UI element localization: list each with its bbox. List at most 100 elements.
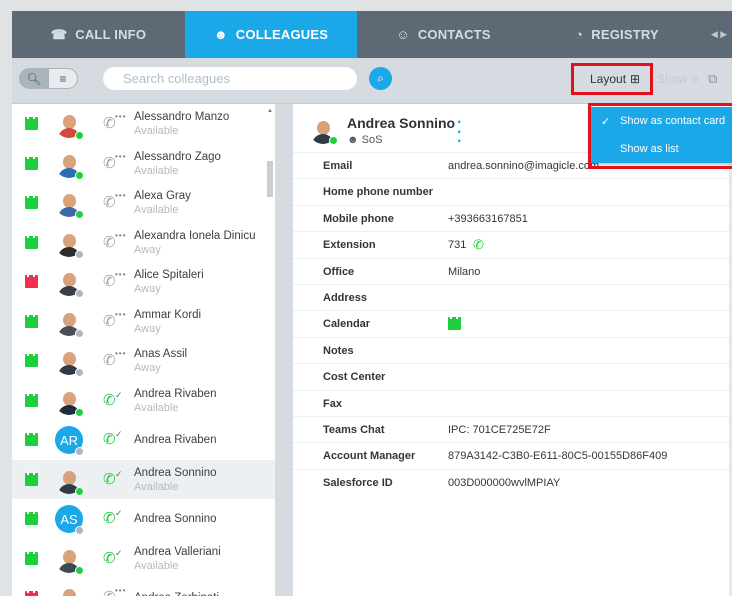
avatar	[55, 584, 83, 596]
tab-scroll-arrows[interactable]: ◀ ▶	[706, 11, 732, 58]
colleague-name: Alexa Gray	[134, 190, 191, 202]
presence-status: Available	[134, 164, 179, 177]
call-icon[interactable]: ✆	[103, 193, 116, 211]
tab-bar: ☎ CALL INFO ☻ COLLEAGUES ☺ CONTACTS ◔ RE…	[12, 11, 732, 58]
field-value[interactable]: Milano	[448, 266, 480, 278]
calendar-icon[interactable]	[25, 391, 38, 407]
field-label: Email	[323, 160, 353, 172]
field-label: Office	[323, 265, 355, 278]
calendar-icon[interactable]	[25, 589, 38, 596]
call-icon[interactable]: ✆	[103, 154, 116, 172]
presence-dot	[75, 170, 84, 180]
detail-field: Teams Chat IPC: 701CE725E72F	[293, 416, 729, 442]
calendar-icon[interactable]	[25, 115, 38, 130]
calendar-icon[interactable]	[25, 312, 38, 328]
call-icon[interactable]: ✆	[103, 233, 116, 251]
calendar-icon[interactable]	[25, 549, 38, 565]
contact-name: Andrea Sonnino	[347, 115, 456, 131]
call-extension-icon[interactable]: ✆	[473, 237, 484, 253]
call-icon[interactable]: ✆	[103, 509, 116, 527]
search-input[interactable]	[103, 67, 357, 90]
presence-dot	[75, 131, 84, 140]
list-item[interactable]: ✆ ✓ Andrea Sonnino Available	[12, 459, 275, 499]
call-icon[interactable]: ✆	[103, 351, 116, 369]
call-icon[interactable]: ✆	[103, 114, 116, 132]
busy-dots-icon: •••	[115, 270, 127, 279]
list-item[interactable]: ✆ ••• Ammar Kordi Away	[12, 302, 275, 342]
call-icon[interactable]: ✆	[103, 588, 116, 596]
calendar-icon[interactable]	[25, 470, 38, 486]
call-icon[interactable]: ✆	[103, 312, 116, 330]
calendar-icon[interactable]	[25, 431, 38, 446]
busy-dots-icon: •••	[115, 230, 127, 240]
colleagues-icon: ☻	[213, 27, 228, 42]
list-item[interactable]: ✆ ••• Anas Assil Away	[12, 341, 275, 381]
presence-dot	[75, 328, 84, 338]
list-item[interactable]: ✆ ••• Alexandra Ionela Dinicu Away	[12, 223, 275, 263]
list-item[interactable]: ✆ ✓ Andrea Valleriani Available	[12, 539, 275, 579]
detail-field: Home phone number	[293, 178, 729, 204]
list-item[interactable]: ✆ ••• Alexa Gray Available	[12, 183, 275, 223]
call-icon[interactable]: ✆	[103, 470, 116, 488]
tab-call-info[interactable]: ☎ CALL INFO	[12, 11, 185, 58]
list-scrollbar[interactable]: ▲	[267, 108, 273, 592]
field-value[interactable]: 731	[448, 239, 466, 251]
field-label: Extension	[323, 239, 376, 252]
list-icon: ≡	[692, 72, 700, 86]
pane-divider[interactable]	[275, 104, 293, 596]
colleague-list[interactable]: ✆ ••• Alessandro Manzo Available ✆ ••• A…	[12, 104, 275, 596]
calendar-icon[interactable]	[25, 233, 38, 249]
list-item[interactable]: ✆ ••• Andrea Zerbinati	[12, 578, 275, 596]
field-value[interactable]: 003D000000wvlMPIAY	[448, 477, 560, 489]
call-icon[interactable]: ✆	[103, 272, 116, 290]
call-ready-icon: ✓	[115, 429, 123, 439]
window-view-icon[interactable]: ⧉	[708, 71, 717, 87]
calendar-icon[interactable]	[25, 154, 38, 170]
layout-highlight-box	[571, 63, 653, 95]
presence-status: Away	[134, 243, 161, 256]
calendar-icon[interactable]	[25, 352, 38, 367]
field-value[interactable]: +393663167851	[448, 213, 528, 225]
field-value[interactable]: 879A3142-C3B0-E611-80C5-00155D86F409	[448, 450, 667, 462]
field-label: Cost Center	[323, 371, 386, 384]
tab-label: COLLEAGUES	[235, 27, 329, 42]
more-options-icon[interactable]: · · ·	[457, 115, 462, 150]
call-icon[interactable]: ✆	[103, 549, 116, 567]
calendar-icon[interactable]	[25, 194, 38, 209]
contacts-icon: ☺	[396, 27, 410, 42]
detail-field: Notes	[293, 336, 729, 363]
show-button[interactable]: Show ≡	[657, 72, 699, 86]
field-value[interactable]: IPC: 701CE725E72F	[448, 424, 551, 436]
colleague-name: Alice Spitaleri	[134, 269, 204, 281]
tab-label: CALL INFO	[75, 27, 147, 42]
calendar-icon[interactable]	[25, 273, 38, 288]
search-button[interactable]: ⌕	[369, 67, 392, 90]
list-item[interactable]: ✆ ••• Alessandro Zago Available	[12, 144, 275, 184]
simple-search-icon[interactable]: 🔍︎	[19, 68, 49, 89]
scroll-up-icon[interactable]: ▲	[267, 108, 273, 114]
list-item[interactable]: ✆ ••• Alessandro Manzo Available	[12, 104, 275, 144]
scroll-thumb[interactable]	[267, 161, 273, 197]
advanced-search-icon[interactable]: ≡	[48, 68, 78, 89]
list-item[interactable]: ✆ ••• Alice Spitaleri Away	[12, 262, 275, 302]
list-item[interactable]: ✆ ✓ Andrea Rivaben Available	[12, 381, 275, 421]
field-label: Home phone number	[323, 186, 434, 199]
list-item[interactable]: AS ✆ ✓ Andrea Sonnino	[12, 499, 275, 539]
tab-registry[interactable]: ◔ REGISTRY	[530, 11, 704, 58]
contact-card: Andrea Sonnino ☻ SoS · · · Email andrea.son…	[293, 104, 732, 596]
show-label: Show	[657, 72, 688, 86]
calendar-icon[interactable]	[448, 315, 461, 331]
presence-dot	[75, 447, 84, 456]
list-item[interactable]: AR ✆ ✓ Andrea Rivaben	[12, 420, 275, 460]
busy-dots-icon: •••	[115, 191, 127, 200]
presence-status: Available	[134, 401, 179, 414]
colleague-name: Andrea Zerbinati	[134, 592, 219, 596]
call-ready-icon: ✓	[115, 508, 123, 518]
tab-contacts[interactable]: ☺ CONTACTS	[357, 11, 530, 58]
call-icon[interactable]: ✆	[103, 391, 116, 409]
call-icon[interactable]: ✆	[103, 430, 116, 448]
calendar-icon[interactable]	[25, 510, 38, 525]
group-label: SoS	[361, 134, 383, 146]
field-value[interactable]: andrea.sonnino@imagicle.com	[448, 160, 599, 172]
tab-colleagues[interactable]: ☻ COLLEAGUES	[185, 11, 357, 58]
